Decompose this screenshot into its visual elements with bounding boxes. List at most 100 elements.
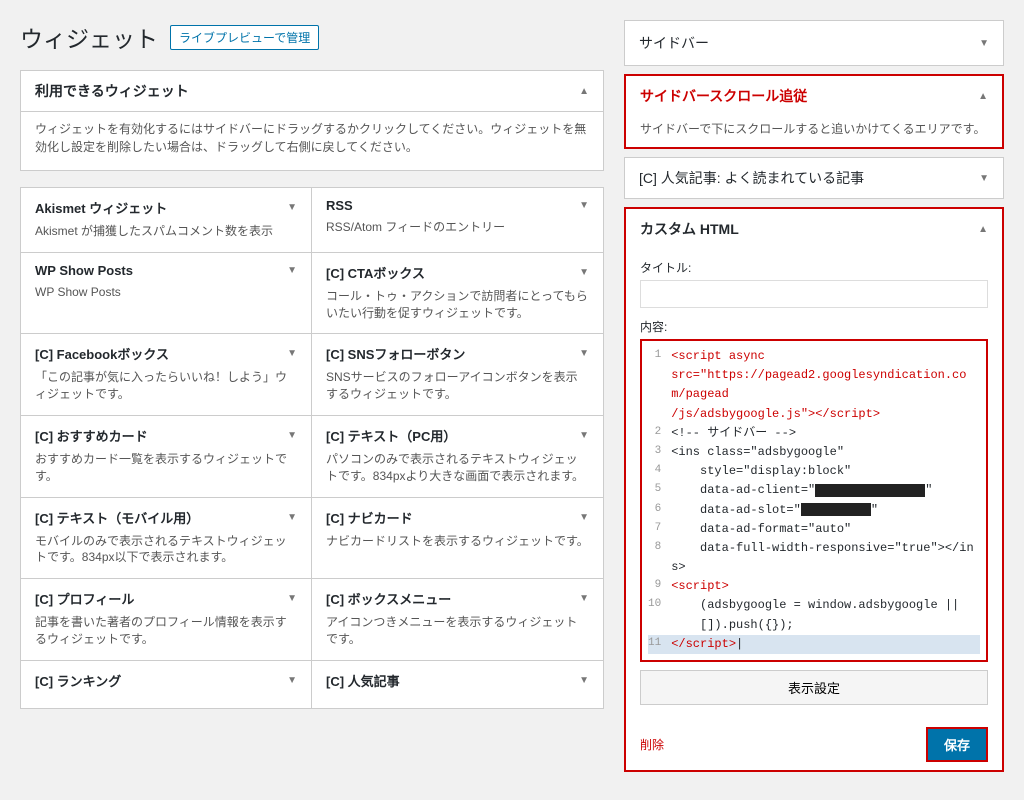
widget-name: [C] ランキング	[35, 671, 121, 690]
widget-item-ranking[interactable]: [C] ランキング ▼	[21, 661, 312, 709]
widget-desc: おすすめカード一覧を表示するウィジェットです。	[35, 451, 297, 485]
title-field-label: タイトル:	[640, 259, 988, 276]
code-line-10: 10 (adsbygoogle = window.adsbygoogle ||	[648, 596, 980, 615]
widget-desc: RSS/Atom フィードのエントリー	[326, 219, 589, 236]
chevron-down-icon: ▼	[579, 267, 589, 278]
widget-name: [C] おすすめカード	[35, 426, 148, 445]
widget-name: [C] SNSフォローボタン	[326, 344, 465, 363]
code-line-10b: []).push({});	[648, 616, 980, 635]
widget-desc: 記事を書いた著者のプロフィール情報を表示するウィジェットです。	[35, 614, 297, 648]
popular-widget-title: [C] 人気記事: よく読まれている記事	[639, 168, 864, 188]
code-line-2: 2 <!-- サイドバー -->	[648, 424, 980, 443]
page-title: ウィジェット	[20, 20, 158, 54]
widget-grid: Akismet ウィジェット ▼ Akismet が捕獲したスパムコメント数を表…	[20, 187, 604, 709]
right-panel: サイドバー ▼ サイドバースクロール追従 ▲ サイドバーで下にスクロールすると追…	[624, 20, 1004, 780]
sidebar-label: サイドバー	[639, 33, 709, 53]
widget-name: WP Show Posts	[35, 263, 133, 278]
widget-item-boxmenu[interactable]: [C] ボックスメニュー ▼ アイコンつきメニューを表示するウィジェットです。	[312, 579, 603, 661]
code-line-9: 9 <script>	[648, 577, 980, 596]
widget-item-text-pc[interactable]: [C] テキスト（PC用） ▼ パソコンのみで表示されるテキストウィジェットです…	[312, 416, 603, 498]
save-button[interactable]: 保存	[926, 727, 988, 762]
code-line-3: 3 <ins class="adsbygoogle"	[648, 443, 980, 462]
scroll-widget-accordion: サイドバースクロール追従 ▲ サイドバーで下にスクロールすると追いかけてくるエリ…	[624, 74, 1004, 149]
display-settings-button[interactable]: 表示設定	[640, 670, 988, 705]
widget-name: [C] プロフィール	[35, 589, 134, 608]
widget-desc: モバイルのみで表示されるテキストウィジェットです。834px以下で表示されます。	[35, 533, 297, 567]
widget-item-navicard[interactable]: [C] ナビカード ▼ ナビカードリストを表示するウィジェットです。	[312, 498, 603, 580]
custom-html-header[interactable]: カスタム HTML ▲	[626, 209, 1002, 249]
widget-name: [C] CTAボックス	[326, 263, 425, 282]
code-line-7: 7 data-ad-format="auto"	[648, 520, 980, 539]
code-line-5: 5 data-ad-client=" "	[648, 481, 980, 500]
chevron-down-icon: ▼	[579, 348, 589, 359]
widget-item-popular[interactable]: [C] 人気記事 ▼	[312, 661, 603, 709]
chevron-down-icon: ▼	[579, 512, 589, 523]
widget-item-text-mobile[interactable]: [C] テキスト（モバイル用） ▼ モバイルのみで表示されるテキストウィジェット…	[21, 498, 312, 580]
code-line-1b: src="https://pagead2.googlesyndication.c…	[648, 366, 980, 404]
widget-item-akismet[interactable]: Akismet ウィジェット ▼ Akismet が捕獲したスパムコメント数を表…	[21, 188, 312, 253]
custom-html-body: タイトル: 内容: 1 <script async src="https://p…	[626, 249, 1002, 719]
delete-link[interactable]: 削除	[640, 736, 664, 753]
widget-desc: コール・トゥ・アクションで訪問者にとってもらいたい行動を促すウィジェットです。	[326, 288, 589, 322]
content-field-label: 内容:	[640, 318, 988, 335]
widget-desc: パソコンのみで表示されるテキストウィジェットです。834pxより大きな画面で表示…	[326, 451, 589, 485]
widget-footer: 削除 保存	[626, 719, 1002, 770]
content-code-area[interactable]: 1 <script async src="https://pagead2.goo…	[640, 339, 988, 662]
scroll-widget-desc: サイドバーで下にスクロールすると追いかけてくるエリアです。	[626, 116, 1002, 147]
popular-chevron-down-icon: ▼	[979, 173, 989, 184]
chevron-down-icon: ▼	[287, 430, 297, 441]
code-line-8: 8 data-full-width-responsive="true"></in…	[648, 539, 980, 577]
chevron-down-icon: ▼	[287, 593, 297, 604]
code-line-1: 1 <script async	[648, 347, 980, 366]
chevron-down-icon: ▼	[287, 348, 297, 359]
widget-desc: アイコンつきメニューを表示するウィジェットです。	[326, 614, 589, 648]
widget-desc: SNSサービスのフォローアイコンボタンを表示するウィジェットです。	[326, 369, 589, 403]
title-input[interactable]	[640, 280, 988, 308]
chevron-down-icon: ▼	[579, 200, 589, 211]
widget-item-rss[interactable]: RSS ▼ RSS/Atom フィードのエントリー	[312, 188, 603, 253]
code-line-11: 11 </script>|	[648, 635, 980, 654]
scroll-chevron-up-icon: ▲	[978, 91, 988, 102]
widget-item-cta[interactable]: [C] CTAボックス ▼ コール・トゥ・アクションで訪問者にとってもらいたい行…	[312, 253, 603, 335]
widget-desc: 「この記事が気に入ったらいいね！しよう」ウィジェットです。	[35, 369, 297, 403]
widget-name: RSS	[326, 198, 353, 213]
sidebar-selector[interactable]: サイドバー ▼	[624, 20, 1004, 66]
scroll-widget-title: サイドバースクロール追従	[640, 86, 807, 106]
widget-name: [C] テキスト（モバイル用）	[35, 508, 199, 527]
widget-item-facebook[interactable]: [C] Facebookボックス ▼ 「この記事が気に入ったらいいね！しよう」ウ…	[21, 334, 312, 416]
widget-desc: WP Show Posts	[35, 284, 297, 301]
widget-name: [C] ボックスメニュー	[326, 589, 451, 608]
live-preview-button[interactable]: ライブプレビューで管理	[170, 25, 319, 50]
widget-item-osusume[interactable]: [C] おすすめカード ▼ おすすめカード一覧を表示するウィジェットです。	[21, 416, 312, 498]
chevron-down-icon: ▼	[287, 512, 297, 523]
widget-desc: Akismet が捕獲したスパムコメント数を表示	[35, 223, 297, 240]
widget-item-profile[interactable]: [C] プロフィール ▼ 記事を書いた著者のプロフィール情報を表示するウィジェッ…	[21, 579, 312, 661]
widget-desc: ナビカードリストを表示するウィジェットです。	[326, 533, 589, 550]
code-line-1c: /js/adsbygoogle.js"></script>	[648, 405, 980, 424]
chevron-down-icon: ▼	[579, 593, 589, 604]
chevron-down-icon: ▼	[579, 675, 589, 686]
sidebar-chevron-icon: ▼	[979, 38, 989, 49]
custom-html-chevron-up-icon: ▲	[978, 224, 988, 235]
widget-name: [C] 人気記事	[326, 671, 400, 690]
page-header: ウィジェット ライブプレビューで管理	[20, 20, 604, 54]
chevron-down-icon: ▼	[579, 430, 589, 441]
custom-html-accordion: カスタム HTML ▲ タイトル: 内容: 1 <script async	[624, 207, 1004, 772]
chevron-down-icon: ▼	[287, 202, 297, 213]
available-widgets-title: 利用できるウィジェット	[35, 81, 189, 101]
popular-widget-header[interactable]: [C] 人気記事: よく読まれている記事 ▼	[625, 158, 1003, 198]
scroll-widget-header[interactable]: サイドバースクロール追従 ▲	[626, 76, 1002, 116]
code-line-6: 6 data-ad-slot=" "	[648, 501, 980, 520]
chevron-down-icon: ▼	[287, 675, 297, 686]
available-widgets-header: 利用できるウィジェット ▲	[20, 70, 604, 111]
popular-widget-accordion: [C] 人気記事: よく読まれている記事 ▼	[624, 157, 1004, 199]
section-collapse-icon[interactable]: ▲	[579, 86, 589, 97]
available-widgets-desc: ウィジェットを有効化するにはサイドバーにドラッグするかクリックしてください。ウィ…	[20, 111, 604, 171]
widget-name: [C] ナビカード	[326, 508, 413, 527]
widget-name: [C] Facebookボックス	[35, 344, 169, 363]
widget-item-sns[interactable]: [C] SNSフォローボタン ▼ SNSサービスのフォローアイコンボタンを表示す…	[312, 334, 603, 416]
chevron-down-icon: ▼	[287, 265, 297, 276]
widget-name: Akismet ウィジェット	[35, 198, 167, 217]
code-line-4: 4 style="display:block"	[648, 462, 980, 481]
widget-item-wp-show-posts[interactable]: WP Show Posts ▼ WP Show Posts	[21, 253, 312, 335]
